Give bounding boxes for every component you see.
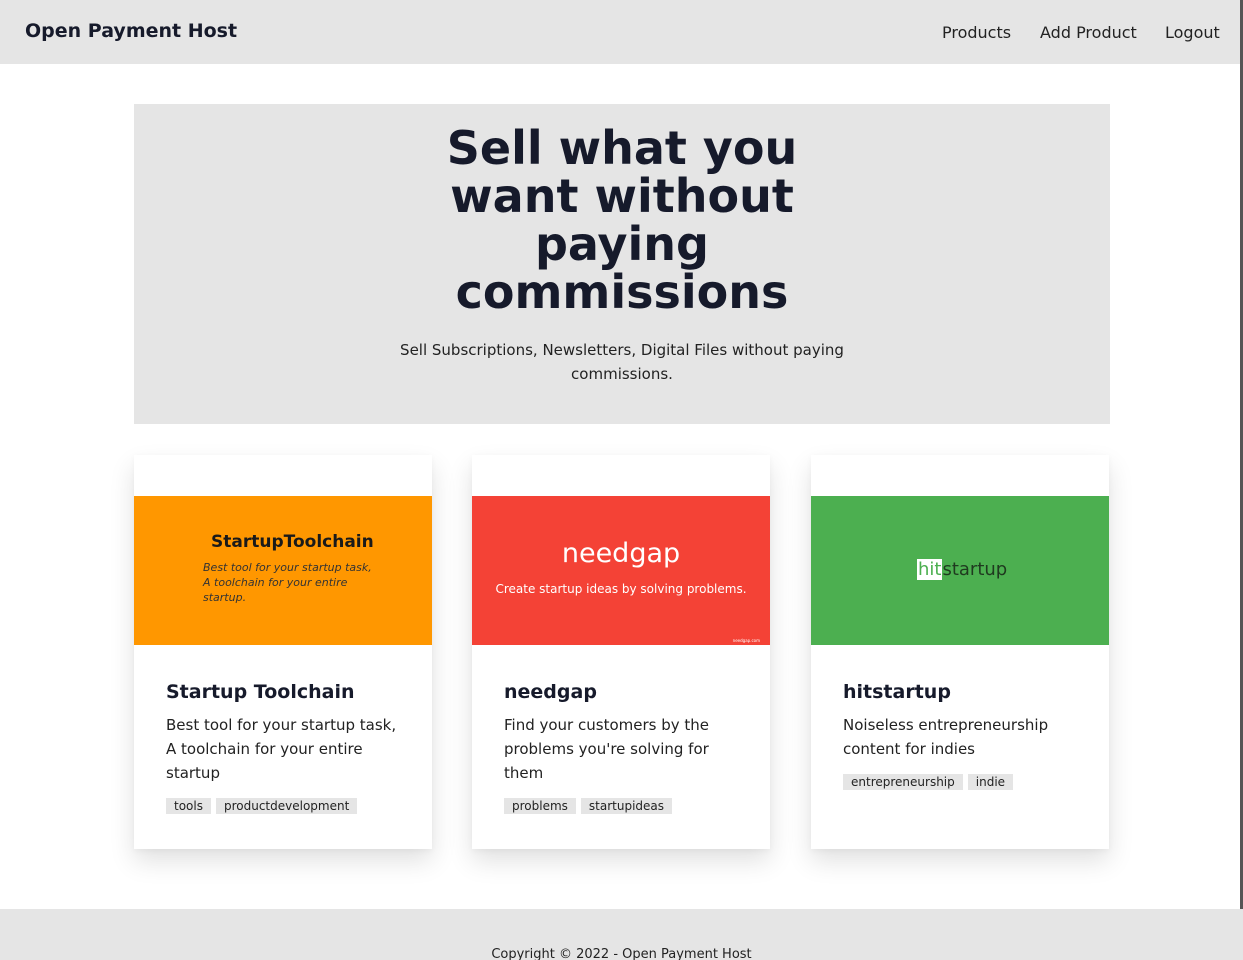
nav-products-link[interactable]: Products bbox=[942, 23, 1011, 42]
product-card-body: hitstartup Noiseless entrepreneurship co… bbox=[843, 679, 1083, 790]
logo-highlight: hit bbox=[917, 559, 943, 580]
product-image[interactable]: hitstartup bbox=[811, 496, 1109, 645]
tag[interactable]: problems bbox=[504, 798, 576, 814]
product-card[interactable]: needgap Create startup ideas by solving … bbox=[472, 455, 770, 849]
product-title[interactable]: needgap bbox=[504, 679, 744, 705]
product-card-body: needgap Find your customers by the probl… bbox=[504, 679, 744, 814]
product-image-logo: StartupToolchain bbox=[211, 532, 374, 552]
product-image-logo: needgap bbox=[561, 538, 681, 569]
tag[interactable]: indie bbox=[967, 774, 1014, 790]
product-card-body: Startup Toolchain Best tool for your sta… bbox=[166, 679, 406, 814]
product-description: Noiseless entrepreneurship content for i… bbox=[843, 716, 1049, 758]
tag[interactable]: productdevelopment bbox=[215, 798, 358, 814]
product-title[interactable]: hitstartup bbox=[843, 679, 1083, 705]
hero-banner: Sell what you want without paying commis… bbox=[134, 104, 1110, 424]
hero-title: Sell what you want without paying commis… bbox=[446, 121, 798, 319]
navbar: Open Payment Host Products Add Product L… bbox=[0, 0, 1240, 64]
logo-rest: startup bbox=[942, 559, 1008, 580]
brand-link[interactable]: Open Payment Host bbox=[25, 20, 237, 42]
tag-list: tools productdevelopment bbox=[166, 798, 406, 814]
nav-add-product-link[interactable]: Add Product bbox=[1040, 23, 1137, 42]
nav-logout-link[interactable]: Logout bbox=[1165, 23, 1220, 42]
tag[interactable]: tools bbox=[166, 798, 211, 814]
tag-list: problems startupideas bbox=[504, 798, 744, 814]
copyright-text: Copyright © 2022 - Open Payment Host bbox=[491, 947, 752, 960]
footer: Copyright © 2022 - Open Payment Host bbox=[0, 909, 1243, 960]
tag[interactable]: entrepreneurship bbox=[843, 774, 963, 790]
product-image-tagline: Best tool for your startup task, A toolc… bbox=[203, 561, 372, 604]
product-card[interactable]: StartupToolchain Best tool for your star… bbox=[134, 455, 432, 849]
product-card[interactable]: hitstartup hitstartup Noiseless entrepre… bbox=[811, 455, 1109, 849]
product-image-logo: hitstartup bbox=[917, 559, 1007, 580]
product-description: Find your customers by the problems you'… bbox=[504, 716, 709, 782]
hero-subtitle: Sell Subscriptions, Newsletters, Digital… bbox=[400, 341, 844, 383]
product-image[interactable]: needgap Create startup ideas by solving … bbox=[472, 496, 770, 645]
product-image-url: needgap.com bbox=[732, 638, 760, 643]
product-description: Best tool for your startup task, A toolc… bbox=[166, 716, 397, 782]
product-image-tagline: Create startup ideas by solving problems… bbox=[495, 582, 747, 596]
product-image[interactable]: StartupToolchain Best tool for your star… bbox=[134, 496, 432, 645]
tag[interactable]: startupideas bbox=[580, 798, 673, 814]
tag-list: entrepreneurship indie bbox=[843, 774, 1083, 790]
product-title[interactable]: Startup Toolchain bbox=[166, 679, 406, 705]
